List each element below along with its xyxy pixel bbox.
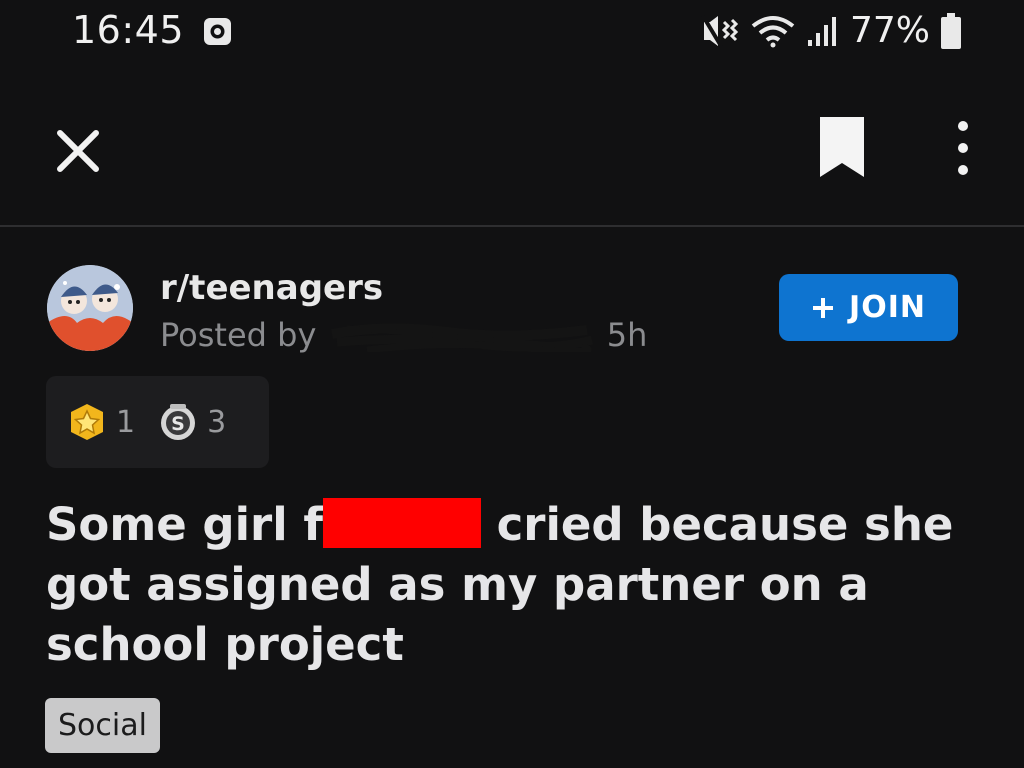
gold-star-award-icon — [71, 404, 103, 440]
join-label: JOIN — [849, 290, 926, 325]
bookmark-icon[interactable] — [816, 115, 868, 179]
posted-by-line: Posted by 5h — [160, 316, 647, 354]
reddit-post-screen: 16:45 77% r/teenagers Posted by 5h JOIN … — [0, 0, 1024, 768]
subreddit-avatar[interactable] — [47, 265, 133, 351]
app-bar — [0, 90, 1024, 225]
status-bar: 16:45 77% — [0, 0, 1024, 70]
status-time: 16:45 — [72, 8, 185, 52]
awards-bar[interactable]: 1 S 3 — [46, 376, 269, 468]
posted-by-prefix: Posted by — [160, 316, 317, 354]
signal-icon — [807, 16, 836, 46]
avatar-illustration — [47, 265, 133, 351]
battery-icon — [941, 12, 961, 49]
red-redaction-box — [322, 498, 481, 548]
wifi-icon — [751, 15, 795, 47]
silver-award-count: 3 — [207, 404, 227, 440]
plus-icon — [813, 297, 834, 318]
subreddit-name[interactable]: r/teenagers — [160, 268, 383, 308]
battery-percent: 77% — [849, 10, 930, 51]
silver-award-icon: S — [161, 404, 196, 440]
notification-icon — [204, 18, 231, 45]
username-scribble-redaction — [330, 323, 593, 352]
join-button[interactable]: JOIN — [779, 274, 958, 341]
gold-award-count: 1 — [116, 404, 136, 440]
post-title-start: Some girl f — [46, 498, 323, 551]
post-flair[interactable]: Social — [45, 698, 160, 753]
close-icon[interactable] — [52, 125, 104, 177]
header-divider — [0, 225, 1024, 227]
post-title[interactable]: Some girl f cried because she got assign… — [46, 495, 986, 675]
svg-text:S: S — [171, 413, 185, 435]
more-vertical-icon[interactable] — [944, 118, 982, 178]
post-age: 5h — [606, 316, 648, 354]
status-right: 77% — [700, 10, 962, 51]
mute-vibrate-icon — [701, 14, 739, 47]
